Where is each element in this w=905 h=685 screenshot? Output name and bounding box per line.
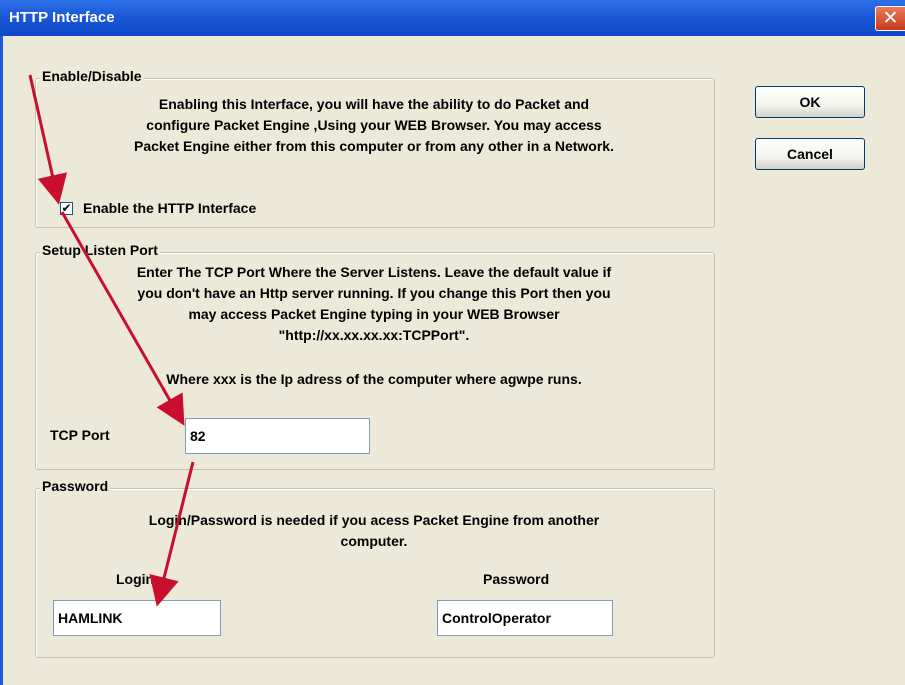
port-description: Enter The TCP Port Where the Server List… xyxy=(40,262,708,346)
listen-port-legend: Setup Listen Port xyxy=(40,242,160,258)
password-label: Password xyxy=(483,571,550,587)
tcp-port-input[interactable]: 82 xyxy=(185,418,370,454)
cancel-button[interactable]: Cancel xyxy=(755,138,865,170)
password-legend: Password xyxy=(40,478,111,494)
password-description: Login/Password is needed if you acess Pa… xyxy=(40,510,708,552)
password-desc-line: computer. xyxy=(340,533,408,549)
window-title: HTTP Interface xyxy=(9,9,115,26)
enable-http-checkbox[interactable]: ✔ xyxy=(60,202,73,215)
enable-desc-line: Enabling this Interface, you will have t… xyxy=(158,96,590,112)
port-desc-line: may access Packet Engine typing in your … xyxy=(188,306,560,322)
enable-desc-line: Packet Engine either from this computer … xyxy=(134,138,614,154)
dialog-window: HTTP Interface ✕ Enable/Disable Enabling… xyxy=(0,0,905,685)
title-bar[interactable]: HTTP Interface ✕ xyxy=(0,0,905,36)
password-desc-line: Login/Password is needed if you acess Pa… xyxy=(148,512,600,528)
close-button[interactable]: ✕ xyxy=(875,6,905,31)
enable-http-label[interactable]: Enable the HTTP Interface xyxy=(83,200,256,216)
enable-description: Enabling this Interface, you will have t… xyxy=(40,94,708,157)
enable-desc-line: configure Packet Engine ,Using your WEB … xyxy=(146,117,602,133)
port-desc-line: you don't have an Http server running. I… xyxy=(137,285,611,301)
login-label: Login xyxy=(116,571,155,587)
window-left-border xyxy=(0,36,3,685)
enable-disable-legend: Enable/Disable xyxy=(40,68,144,84)
port-desc-line: Enter The TCP Port Where the Server List… xyxy=(136,264,612,280)
tcp-port-label: TCP Port xyxy=(50,427,110,443)
ok-button[interactable]: OK xyxy=(755,86,865,118)
login-input[interactable]: HAMLINK xyxy=(53,600,221,636)
check-icon: ✔ xyxy=(61,201,72,215)
port-ip-note: Where xxx is the Ip adress of the comput… xyxy=(166,371,582,387)
close-icon: ✕ xyxy=(882,8,899,29)
password-input[interactable]: ControlOperator xyxy=(437,600,613,636)
port-desc-line: "http://xx.xx.xx.xx:TCPPort". xyxy=(278,327,470,343)
